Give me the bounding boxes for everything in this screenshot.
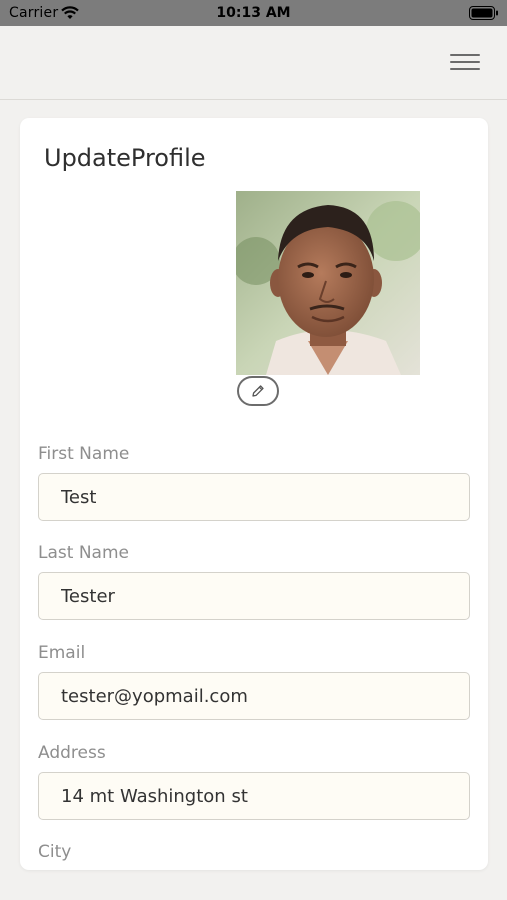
battery-icon <box>469 6 498 20</box>
status-bar: Carrier 10:13 AM <box>0 0 507 26</box>
page-title: UpdateProfile <box>44 144 206 172</box>
email-label: Email <box>38 643 86 663</box>
hamburger-menu-icon[interactable] <box>450 52 482 72</box>
avatar <box>236 191 420 375</box>
last-name-field[interactable] <box>38 572 470 620</box>
profile-photo <box>236 191 420 375</box>
city-label: City <box>38 842 72 862</box>
update-profile-card: UpdateProfile First Name Test Last Name … <box>20 118 488 870</box>
navigation-bar <box>0 26 507 100</box>
first-name-field[interactable] <box>38 473 470 521</box>
first-name-label: First Name <box>38 444 130 464</box>
last-name-label: Last Name <box>38 543 129 563</box>
status-time: 10:13 AM <box>216 5 291 21</box>
pencil-icon <box>252 385 264 397</box>
address-label: Address <box>38 743 106 763</box>
edit-photo-button[interactable] <box>237 376 279 406</box>
email-field[interactable] <box>38 672 470 720</box>
address-field[interactable] <box>38 772 470 820</box>
